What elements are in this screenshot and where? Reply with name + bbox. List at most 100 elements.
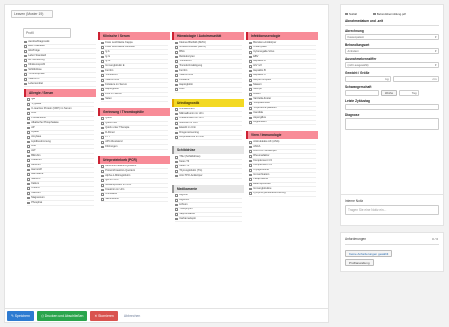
test-label: Paraproteine [253,177,269,181]
section-header[interactable]: Schilddrüse [172,146,244,155]
section-header[interactable]: Klinische / Serum [98,32,170,40]
exception-code-select[interactable]: (nicht ausgewählt) ▾ [345,62,439,68]
section-header[interactable]: Gerinnung / Thrombophilie [98,107,170,116]
diagnosis-input[interactable] [345,118,439,130]
save-label: Speichern [14,313,31,318]
section-header[interactable]: Urinproteinkorb (PCR) [98,155,170,164]
section-body: Freie Leichtkette Kappa Freie Leichtkette… [98,40,170,104]
checkbox-icon [101,93,104,96]
cancel-order-button[interactable]: ✕ Stornieren [90,310,118,321]
template-search-input[interactable]: Leaven (Muster 19) [11,10,53,18]
abort-link[interactable]: Abbrechen [124,314,140,318]
checkbox-icon [175,46,178,49]
profile-management-button[interactable]: Profilanwaltung [345,259,374,266]
section-body: Kleines Blutbild (ZETA) Großes Blutbild (… [172,40,244,95]
checkbox-icon [27,126,30,130]
test-checkbox-item[interactable]: Lymphozytendifferenzierung [249,192,316,197]
test-label: Magnesium [31,196,45,199]
internal-note-input[interactable]: Tragen Sie eine Notiz ein... [345,205,439,215]
checkbox-icon [101,165,104,168]
section-header[interactable]: Infektionsserologie [246,32,318,40]
checkbox-icon [175,131,178,135]
checkbox-icon [101,41,104,45]
test-label: Antinukleäre AK (ANA) [253,140,280,143]
profile-select[interactable]: Profil [23,28,71,38]
checkbox-icon [249,169,252,172]
checkbox-icon [101,50,104,54]
checkbox-icon [175,213,178,216]
billing-select[interactable]: Kassenpatient ▾ [345,34,439,40]
print-finish-button[interactable]: ⎙ Drucken und Abschließen [37,310,88,321]
report-pdf-label: Befundübermittlung.pdf [376,12,406,16]
section-header[interactable]: Medikamente [172,184,244,193]
test-section: Urinproteinkorb (PCR) Albumin/Kreatinin-Q… [98,155,170,205]
checkbox-icon [175,74,178,77]
test-label: Herpes simplex [253,78,272,82]
checkbox-icon [175,60,178,63]
checkbox-icon [249,97,252,101]
checkbox-icon [27,192,30,195]
test-checkbox-item[interactable]: Lebensmittel [24,82,96,87]
test-label: TSH (Schilddrüse) [179,155,201,158]
test-label: Gesamtprotein im Urin [105,183,132,187]
test-checkbox-item[interactable]: Fibrinogen [101,145,168,150]
test-label: Transferrin [105,73,118,77]
pregnancy-day-input[interactable]: Tag [399,90,420,96]
test-checkbox-item[interactable]: Amphetamine im Urin [175,136,242,141]
urgent-label: Notfall [348,12,357,16]
checkbox-icon [175,64,178,68]
test-checkbox-item[interactable]: Legionellen [249,121,316,126]
test-label: Mumps [253,87,262,91]
checkbox-icon [101,198,104,201]
test-label: Lipidbestimmung [31,140,51,143]
no-requests-link[interactable]: Keine Anforderungen gewählt [345,250,393,257]
test-label: Tryptase [31,102,42,106]
checkbox-icon [27,201,30,205]
save-button[interactable]: ✎ Speichern [7,310,35,321]
test-label: Toxoplasmose [253,101,270,105]
checkbox-icon [27,135,30,139]
test-label: Digoxin [179,193,188,197]
checkbox-icon [175,169,178,173]
requests-count: 0 / 0 [432,237,438,241]
checkbox-icon [27,196,30,200]
print-finish-label: Drucken und Abschließen [44,313,84,318]
checkbox-icon [27,182,30,186]
checkbox-icon [101,64,104,68]
test-checkbox-item[interactable]: Carbamazepin [175,217,242,222]
test-checkbox-item[interactable]: Phosphat [27,201,94,206]
section-header[interactable]: Hämatologie / Autoimmunität [172,32,244,40]
report-pdf-checkbox[interactable]: Befundübermittlung.pdf [372,12,406,16]
pregnancy-label: Schwangerschaft [345,85,372,89]
treatment-type-select[interactable]: Ambulant ▾ [345,48,439,54]
test-label: Kalium [31,182,40,185]
section-header[interactable]: Viren / Immunologie [246,131,318,140]
pregnancy-week-input[interactable] [345,90,379,96]
test-label: Harnsäure [31,172,44,176]
exception-code-value: (nicht ausgewählt) [347,64,369,67]
checkbox-icon [249,145,252,149]
checkbox-icon [101,69,104,73]
height-input[interactable]: cm [393,76,439,82]
test-label: Calcium [31,191,41,195]
section-header[interactable]: Allergie / Serum [24,88,96,97]
checkbox-icon [249,41,252,45]
weight-input[interactable]: kg [345,76,391,82]
checkbox-icon [101,184,104,187]
checkbox-icon [175,165,178,168]
section-header[interactable]: Urindiagnostik [172,98,244,107]
test-checkbox-item[interactable]: LDH [175,88,242,93]
test-label: EMP Diabetes [28,44,45,48]
checkbox-icon [249,50,252,54]
action-footer: ✎ Speichern ⎙ Drucken und Abschließen ✕ … [4,308,329,323]
checkbox-icon [27,131,30,134]
test-checkbox-item[interactable]: Sammelurin [101,198,168,203]
last-cycle-input[interactable] [345,104,439,110]
urgent-checkbox[interactable]: Notfall [345,12,357,16]
test-label: Elektrophorese [253,182,271,186]
checkbox-icon [101,60,104,63]
test-checkbox-item[interactable]: Selen [101,97,168,102]
pregnancy-day-unit: Tag [411,91,417,95]
checkbox-icon [249,164,252,167]
test-checkbox-item[interactable]: Anti-TPO-Antikörper [175,174,242,179]
